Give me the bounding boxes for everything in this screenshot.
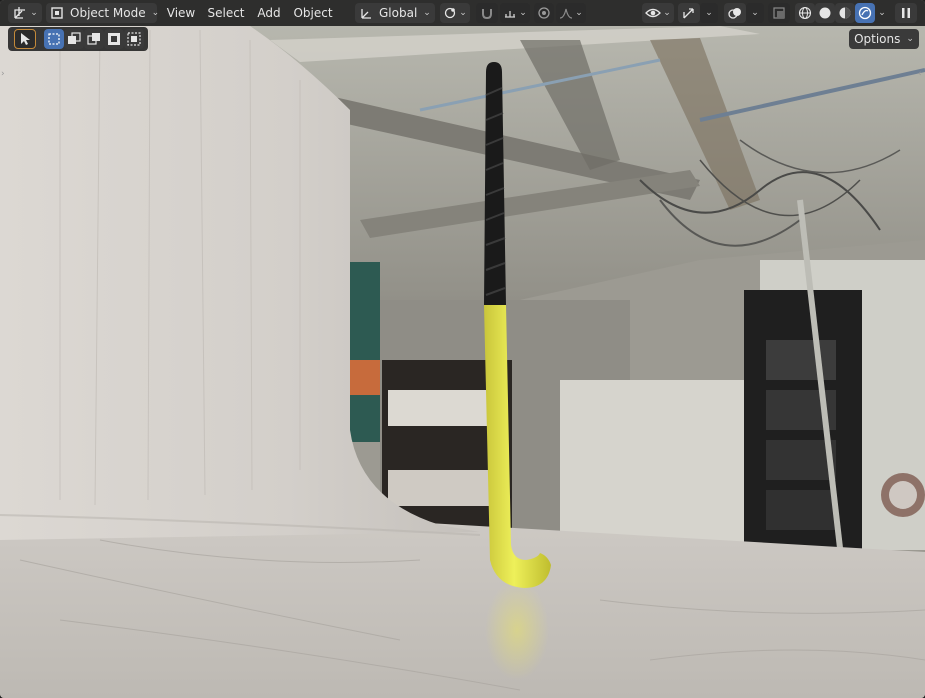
overlays-icon [728,6,742,20]
menu-view[interactable]: View [163,3,199,23]
mode-label: Object Mode [70,6,146,20]
chevron-down-icon: ⌄ [705,8,713,18]
snap-target-dropdown[interactable]: ⌄ [500,3,530,23]
pivot-point-dropdown[interactable]: ⌄ [440,3,470,23]
3d-viewport-icon [12,5,28,21]
select-new-icon [47,32,61,46]
eye-icon [645,6,662,20]
select-mode-extend-button[interactable] [64,29,84,49]
viewport-scene[interactable] [0,0,925,698]
menu-object[interactable]: Object [289,3,337,23]
chevron-down-icon: ⌄ [878,8,886,18]
chevron-down-icon: ⌄ [151,8,160,18]
falloff-curve-icon [559,6,573,20]
options-dropdown[interactable]: Options ⌄ [849,29,919,49]
object-mode-icon [50,6,64,20]
overlays-dropdown[interactable]: ⌄ [746,3,764,23]
select-mode-invert-button[interactable] [104,29,124,49]
transform-orientation-icon [359,6,373,20]
chevron-down-icon: ⌄ [459,8,467,18]
select-extend-icon [67,32,81,46]
select-subtract-icon [87,32,101,46]
gizmo-dropdown[interactable]: ⌄ [700,3,718,23]
overlays-toggle[interactable] [724,3,746,23]
chevron-down-icon: ⌄ [423,8,431,18]
gizmo-icon [682,6,696,20]
select-mode-subtract-button[interactable] [84,29,104,49]
pivot-point-icon [443,6,457,20]
toolbar-expand-arrow[interactable]: › [1,68,7,80]
visibility-dropdown[interactable]: ⌄ [642,3,674,23]
3d-viewport[interactable]: ⌄ Object Mode ⌄ View Select Add Object G… [0,0,925,698]
snap-toggle[interactable] [476,3,498,23]
tool-settings-bar [8,27,148,51]
shading-solid-button[interactable] [815,3,835,23]
select-invert-icon [107,32,121,46]
select-mode-intersect-button[interactable] [124,29,144,49]
pause-render-button[interactable] [895,3,917,23]
chevron-down-icon: ⌄ [575,8,583,18]
falloff-dropdown[interactable]: ⌄ [556,3,586,23]
shading-rendered-button[interactable] [855,3,875,23]
material-sphere-icon [838,6,852,20]
mode-dropdown[interactable]: Object Mode ⌄ [46,3,160,23]
proportional-editing-toggle[interactable] [534,3,554,23]
chevron-down-icon: ⌄ [663,8,671,18]
select-mode-set-button[interactable] [44,29,64,49]
active-tool-button[interactable] [14,29,36,49]
pause-icon [900,6,912,20]
sidebar-expand-arrow[interactable]: ‹ [918,68,924,80]
xray-toggle[interactable] [768,3,790,23]
options-label: Options [854,32,901,46]
menu-add[interactable]: Add [253,3,285,23]
select-cursor-icon [19,32,31,46]
gizmo-toggle[interactable] [678,3,700,23]
editor-type-button[interactable]: ⌄ [8,3,42,23]
solid-sphere-icon [818,6,832,20]
orientation-label: Global [379,6,418,20]
wireframe-sphere-icon [798,6,812,20]
chevron-down-icon: ⌄ [519,8,527,18]
select-intersect-icon [127,32,141,46]
viewport-header: ⌄ Object Mode ⌄ View Select Add Object G… [0,0,925,26]
menu-select[interactable]: Select [203,3,249,23]
snap-magnet-icon [480,6,494,20]
chevron-down-icon: ⌄ [906,34,914,44]
transform-orientation-dropdown[interactable]: Global ⌄ [355,3,435,23]
proportional-editing-icon [537,6,551,20]
snap-increment-icon [503,6,517,20]
chevron-down-icon: ⌄ [751,8,759,18]
rendered-sphere-icon [858,6,872,20]
shading-material-button[interactable] [835,3,855,23]
shading-wireframe-button[interactable] [795,3,815,23]
shading-dropdown[interactable]: ⌄ [875,3,889,23]
xray-icon [772,6,786,20]
chevron-down-icon: ⌄ [30,8,38,18]
